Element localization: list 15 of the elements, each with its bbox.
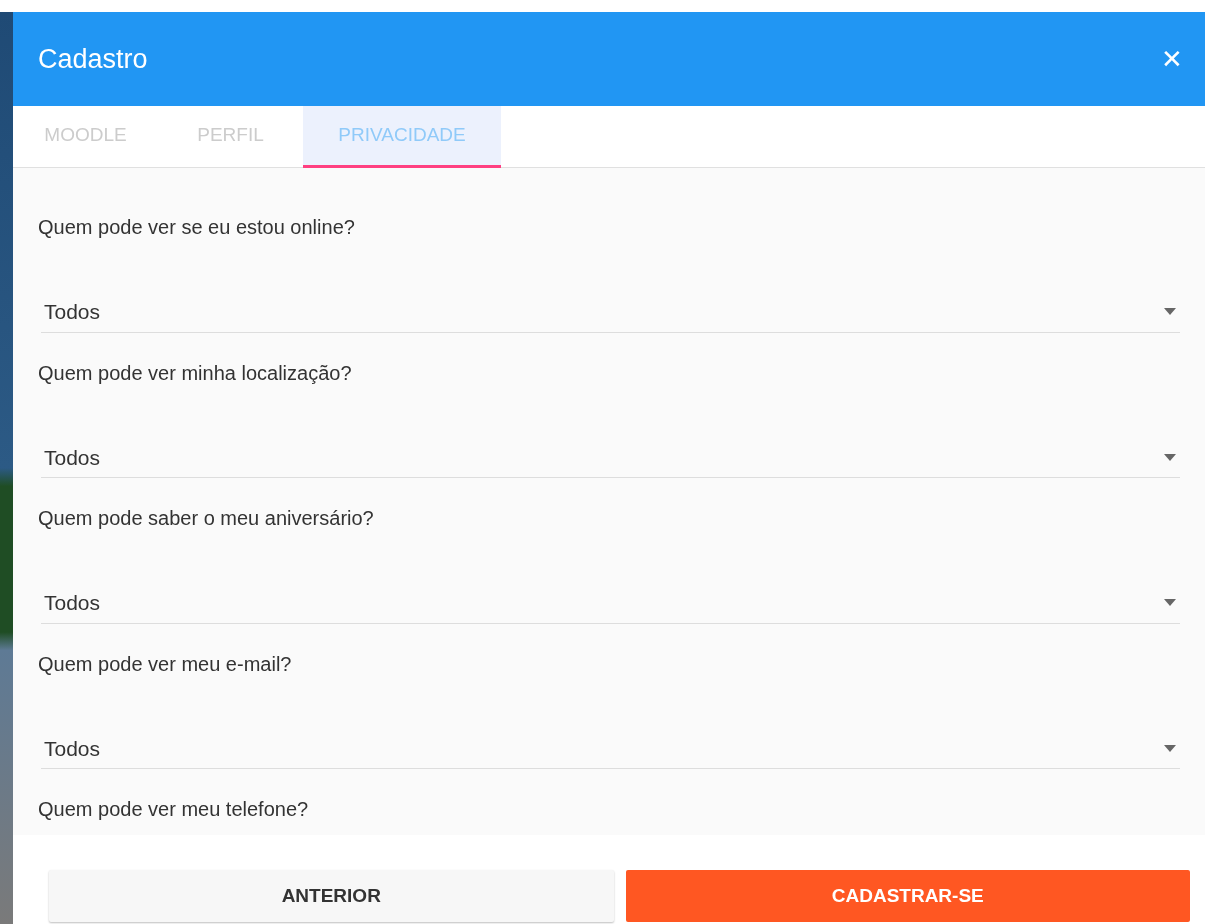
select-field[interactable]: Todos: [41, 441, 1180, 478]
back-button[interactable]: ANTERIOR: [49, 870, 614, 922]
question-label: Quem pode ver meu e-mail?: [38, 651, 293, 677]
caret-icon: [1164, 744, 1176, 752]
caret-icon: [1164, 308, 1176, 316]
caret-icon: [1164, 599, 1176, 607]
question-label: Quem pode ver meu telefone?: [38, 797, 310, 822]
select-field[interactable]: Todos: [41, 587, 1180, 624]
select-field[interactable]: Todos: [41, 732, 1180, 769]
question-label: Quem pode ver se eu estou online?: [38, 215, 356, 240]
dialog-title: Cadastro: [38, 42, 148, 76]
select-field[interactable]: Todos: [41, 296, 1180, 333]
caret-icon: [1164, 453, 1176, 461]
question-label: Quem pode saber o meu aniversário?: [38, 506, 375, 531]
question-label: Quem pode ver minha localização?: [38, 360, 353, 386]
